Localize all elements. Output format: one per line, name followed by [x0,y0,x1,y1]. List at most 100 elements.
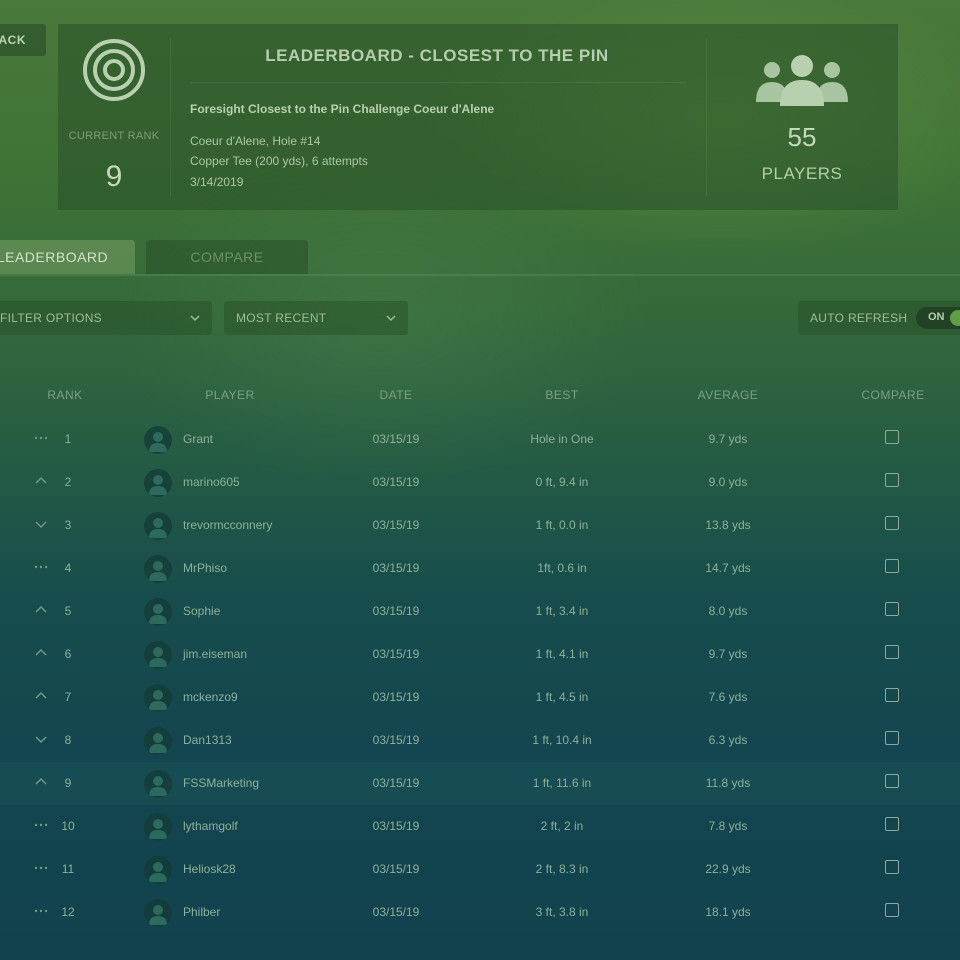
table-row[interactable]: 6 jim.eiseman 03/15/19 1 ft, 4.1 in 9.7 yds [0,633,960,676]
event-course: Coeur d'Alene, Hole #14 [190,134,321,148]
date-cell: 03/15/19 [372,475,420,489]
table-row[interactable]: 2 marino605 03/15/19 0 ft, 9.4 in 9.0 yds [0,461,960,504]
compare-checkbox[interactable] [885,903,899,917]
compare-checkbox[interactable] [885,602,899,616]
best-cell: 1ft, 0.6 in [537,561,587,575]
column-header-average[interactable]: AVERAGE [668,388,788,402]
table-row[interactable]: 4 MrPhiso 03/15/19 1ft, 0.6 in 14.7 yds [0,547,960,590]
table-row[interactable]: 10 lythamgolf 03/15/19 2 ft, 2 in 7.8 yds [0,805,960,848]
trend-down-icon [35,736,47,744]
rank-cell: 11 [61,862,75,876]
tab-leaderboard[interactable]: LEADERBOARD [0,240,135,274]
table-row[interactable]: 1 Grant 03/15/19 Hole in One 9.7 yds [0,418,960,461]
player-name[interactable]: jim.eiseman [183,647,247,661]
compare-checkbox[interactable] [885,430,899,444]
rank-cell: 2 [64,475,72,489]
best-cell: 1 ft, 3.4 in [535,604,589,618]
avatar [144,469,172,497]
player-name[interactable]: Heliosk28 [183,862,236,876]
table-row[interactable]: 8 Dan1313 03/15/19 1 ft, 10.4 in 6.3 yds [0,719,960,762]
compare-checkbox[interactable] [885,473,899,487]
table-row[interactable]: 9 FSSMarketing 03/15/19 1 ft, 11.6 in 11.8 y… [0,762,960,805]
avatar [144,899,172,927]
avatar [144,512,172,540]
user-icon [149,518,167,538]
avatar [144,727,172,755]
filter-options-label: FILTER OPTIONS [0,311,102,325]
sort-dropdown[interactable]: MOST RECENT [224,301,408,335]
divider [170,38,171,196]
compare-checkbox[interactable] [885,559,899,573]
event-name: Foresight Closest to the Pin Challenge C… [190,102,495,116]
compare-checkbox[interactable] [885,731,899,745]
table-row[interactable]: 11 Heliosk28 03/15/19 2 ft, 8.3 in 22.9 yds [0,848,960,891]
column-header-player[interactable]: PLAYER [170,388,290,402]
table-row[interactable]: 7 mckenzo9 03/15/19 1 ft, 4.5 in 7.6 yds [0,676,960,719]
chevron-down-icon [386,315,396,322]
average-cell: 18.1 yds [705,905,751,919]
rank-cell: 3 [64,518,72,532]
back-button[interactable]: BACK [0,24,46,56]
user-icon [149,647,167,667]
tab-compare[interactable]: COMPARE [146,240,308,274]
auto-refresh-toggle[interactable]: ON [916,307,960,329]
user-icon [149,905,167,925]
table-row[interactable]: 5 Sophie 03/15/19 1 ft, 3.4 in 8.0 yds [0,590,960,633]
trend-same-icon [34,565,48,569]
player-name[interactable]: marino605 [183,475,240,489]
trend-up-icon [35,476,47,484]
toggle-knob [950,310,960,326]
compare-checkbox[interactable] [885,774,899,788]
target-icon [83,39,145,101]
rank-cell: 9 [64,776,72,790]
column-header-date[interactable]: DATE [346,388,446,402]
compare-checkbox[interactable] [885,516,899,530]
date-cell: 03/15/19 [372,862,420,876]
players-count: 55 [787,122,817,152]
trend-down-icon [35,521,47,529]
trend-up-icon [35,691,47,699]
best-cell: 1 ft, 0.0 in [535,518,589,532]
user-icon [149,561,167,581]
table-row[interactable]: 12 Philber 03/15/19 3 ft, 3.8 in 18.1 yds [0,891,960,934]
filter-options-dropdown[interactable]: FILTER OPTIONS [0,301,212,335]
table-header: RANK PLAYER DATE BEST AVERAGE COMPARE [0,374,960,418]
player-name[interactable]: mckenzo9 [183,690,238,704]
rank-cell: 10 [61,819,75,833]
column-header-rank[interactable]: RANK [20,388,110,402]
divider [190,82,686,83]
table-row[interactable]: 3 trevormcconnery 03/15/19 1 ft, 0.0 in 13.8… [0,504,960,547]
compare-checkbox[interactable] [885,860,899,874]
sort-label: MOST RECENT [236,311,327,325]
rank-cell: 1 [64,432,72,446]
best-cell: 1 ft, 4.1 in [535,647,589,661]
compare-checkbox[interactable] [885,817,899,831]
avatar [144,770,172,798]
column-header-best[interactable]: BEST [502,388,622,402]
tab-divider [0,274,960,276]
rank-cell: 6 [64,647,72,661]
avatar [144,813,172,841]
player-name[interactable]: Grant [183,432,213,446]
player-name[interactable]: Philber [183,905,220,919]
compare-checkbox[interactable] [885,688,899,702]
player-name[interactable]: Dan1313 [183,733,232,747]
player-name[interactable]: trevormcconnery [183,518,272,532]
date-cell: 03/15/19 [372,647,420,661]
compare-checkbox[interactable] [885,645,899,659]
trend-same-icon [34,436,48,440]
date-cell: 03/15/19 [372,690,420,704]
average-cell: 13.8 yds [705,518,751,532]
trend-up-icon [35,777,47,785]
date-cell: 03/15/19 [372,561,420,575]
player-name[interactable]: FSSMarketing [183,776,259,790]
avatar [144,856,172,884]
rank-cell: 12 [61,905,75,919]
player-name[interactable]: Sophie [183,604,220,618]
player-name[interactable]: MrPhiso [183,561,227,575]
leaderboard-table: RANK PLAYER DATE BEST AVERAGE COMPARE 1 G… [0,374,960,934]
toggle-state-label: ON [928,311,945,323]
average-cell: 6.3 yds [708,733,748,747]
best-cell: 2 ft, 2 in [540,819,584,833]
player-name[interactable]: lythamgolf [183,819,238,833]
